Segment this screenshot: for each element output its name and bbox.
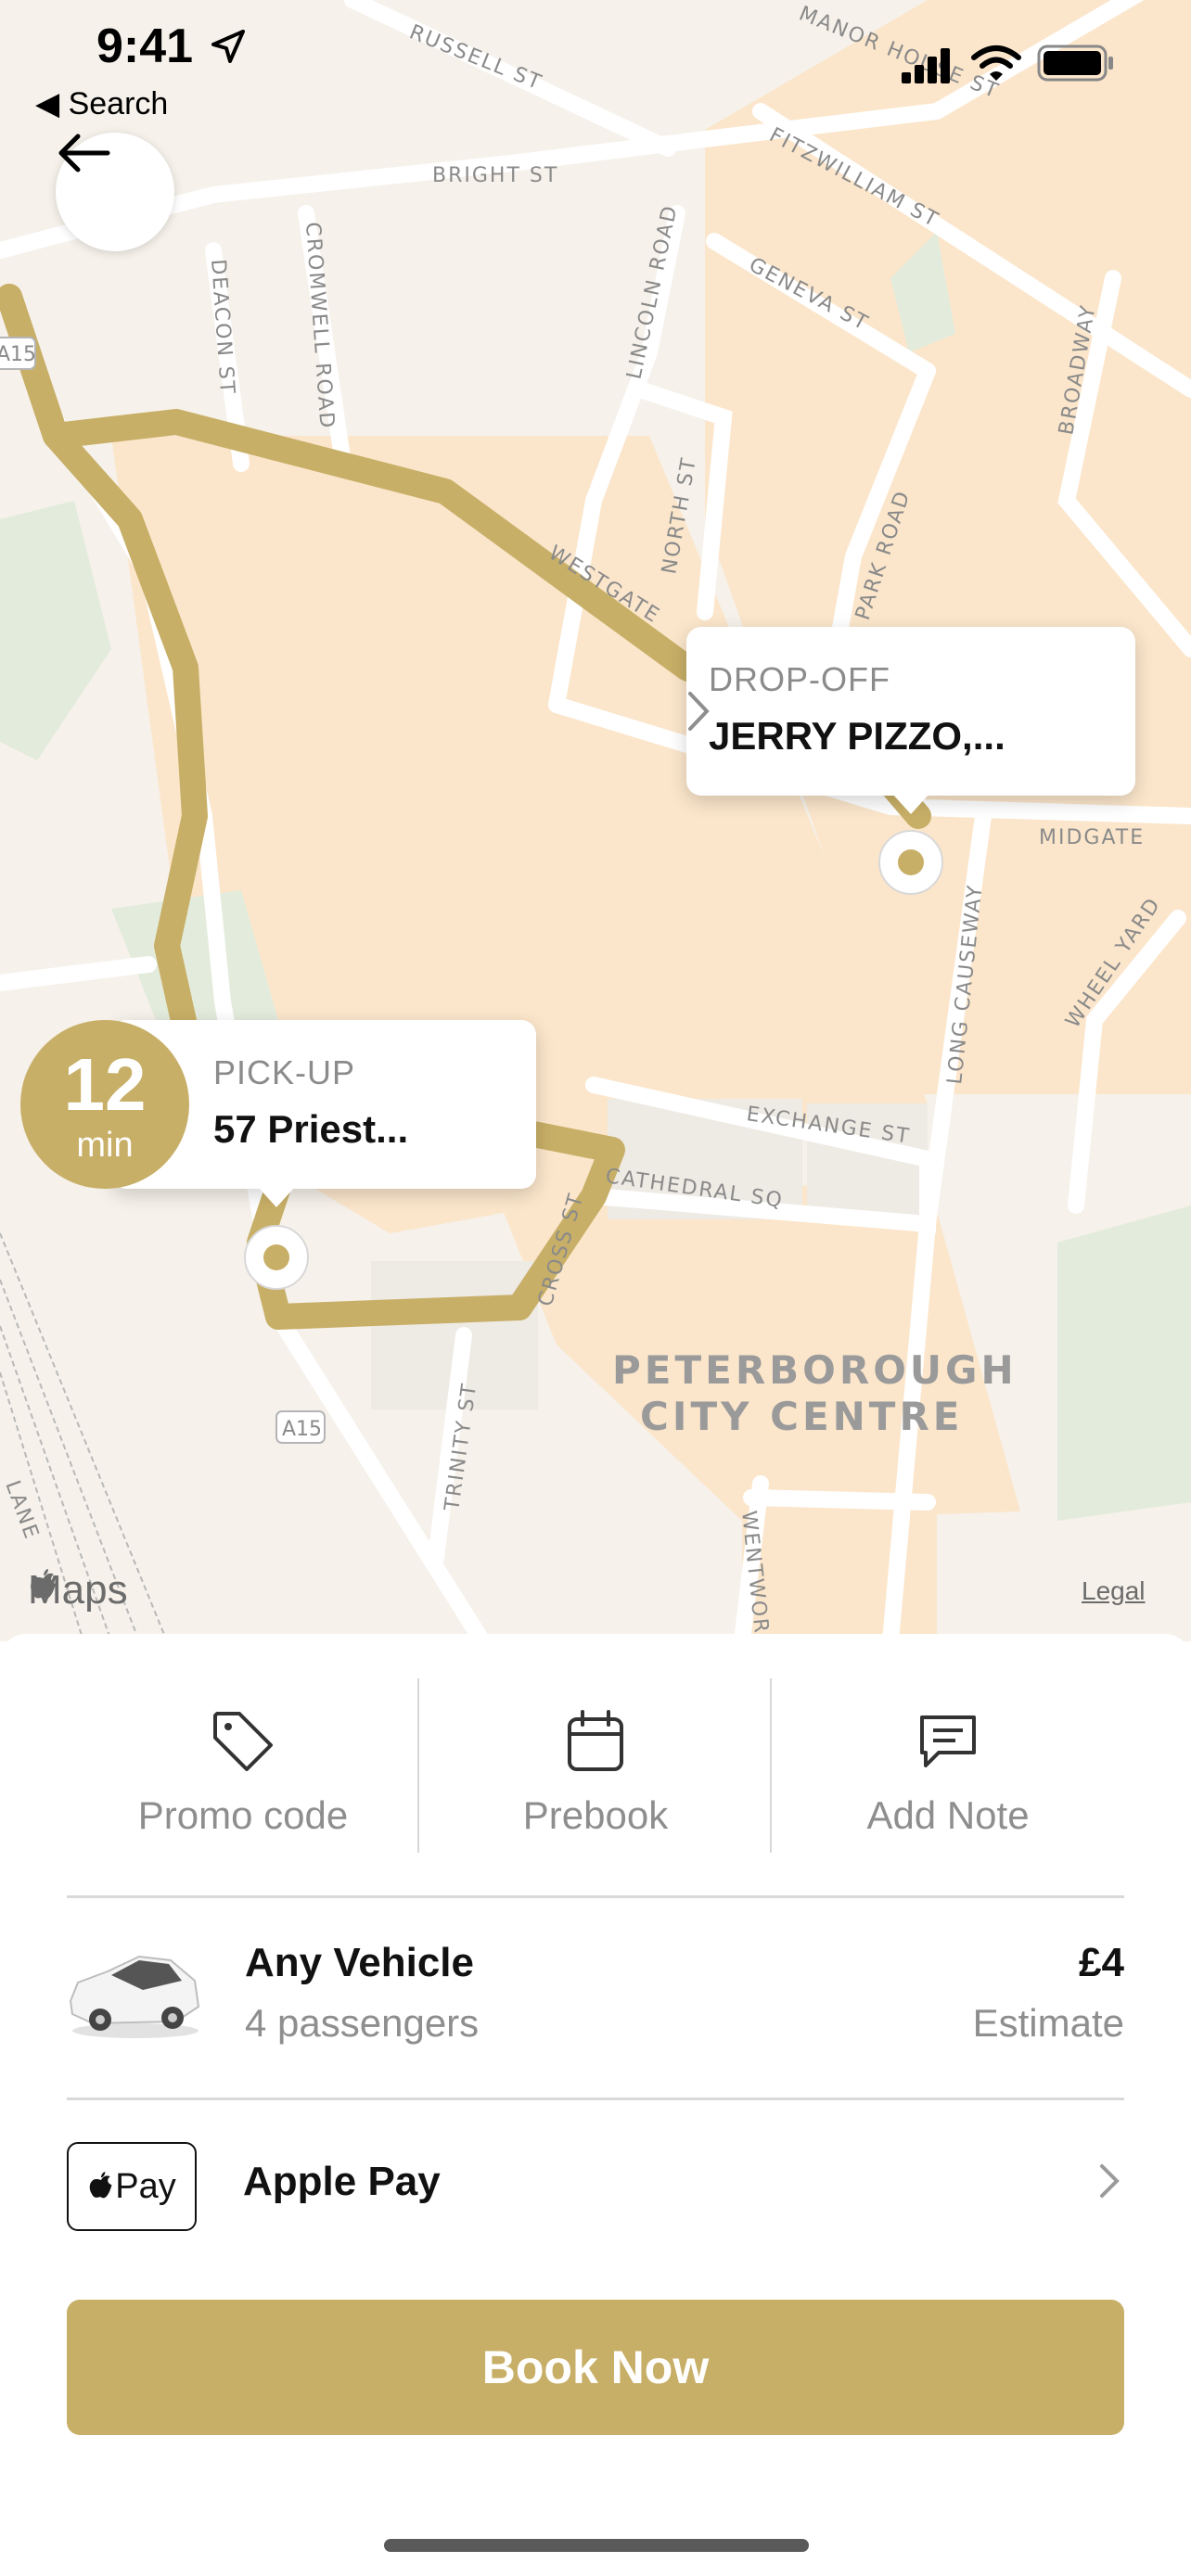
quick-actions: Promo code Prebook Add Note [67,1680,1124,1856]
dropoff-callout[interactable]: DROP-OFF JERRY PIZZO,... [686,627,1135,814]
apple-logo-icon [90,2172,112,2199]
svg-text:A15: A15 [0,343,36,366]
message-icon [920,1715,976,1767]
svg-text:CROMWELL ROAD: CROMWELL ROAD [301,222,339,431]
tag-icon [213,1712,273,1771]
map-view[interactable]: RUSSELL ST MANOR HOUSE ST BRIGHT ST FITZ… [0,0,1191,1641]
pickup-address: 57 Priest... [213,1107,409,1151]
location-arrow-icon [211,30,245,63]
vehicle-passengers: 4 passengers [245,2001,480,2045]
dropoff-address: JERRY PIZZO,... [709,714,1005,758]
dropoff-pin[interactable] [878,830,943,895]
home-indicator[interactable] [384,2539,809,2552]
divider [417,1678,419,1853]
arrow-left-icon [58,134,110,172]
car-icon [69,1955,200,2038]
vehicle-name: Any Vehicle [245,1940,475,1985]
divider [770,1678,772,1853]
back-to-app-link[interactable]: ◀ Search [35,85,168,122]
battery-icon [1037,45,1113,82]
map-canvas: RUSSELL ST MANOR HOUSE ST BRIGHT ST FITZ… [0,0,1191,1641]
add-note-button[interactable]: Add Note [772,1680,1124,1856]
chevron-right-icon [1100,2164,1120,2198]
legal-link[interactable]: Legal [1082,1576,1146,1606]
chevron-right-icon [688,692,710,731]
prebook-label: Prebook [522,1793,669,1837]
eta-value: 12 [63,1043,147,1126]
fare-price: £4 [1079,1940,1124,1985]
dropoff-label: DROP-OFF [709,660,890,698]
add-note-label: Add Note [866,1793,1030,1837]
eta-unit: min [76,1126,134,1165]
svg-text:A15: A15 [282,1418,322,1441]
svg-text:DEACON ST: DEACON ST [206,259,238,396]
promo-code-button[interactable]: Promo code [67,1680,419,1856]
payment-method-label: Apple Pay [243,2159,441,2204]
svg-text:LANE: LANE [0,1478,43,1544]
calendar-icon [568,1710,623,1771]
svg-text:CITY CENTRE: CITY CENTRE [640,1394,963,1439]
status-time: 9:41 [96,19,194,73]
callout-pointer [892,794,929,814]
back-triangle-icon: ◀ [35,86,69,121]
prebook-button[interactable]: Prebook [419,1680,772,1856]
svg-text:BRIGHT ST: BRIGHT ST [432,164,558,187]
pickup-pin[interactable] [244,1225,309,1290]
book-now-button[interactable]: Book Now [67,2300,1124,2435]
divider [67,1895,1124,1898]
booking-sheet: Promo code Prebook Add Note Any Vehicle … [0,1634,1191,2576]
promo-code-label: Promo code [137,1793,349,1837]
divider [67,2098,1124,2100]
fare-note: Estimate [972,2001,1124,2045]
apple-logo-icon [31,1569,56,1599]
status-bar: 9:41 ◀ Search [0,0,1191,130]
apple-pay-badge: Pay [67,2142,197,2231]
svg-text:PETERBOROUGH: PETERBOROUGH [612,1347,1018,1393]
cellular-signal-icon [902,48,950,83]
pickup-label: PICK-UP [213,1053,356,1091]
callout-pointer [258,1187,295,1207]
svg-text:MIDGATE: MIDGATE [1039,826,1145,849]
wifi-icon [971,45,1021,81]
back-button[interactable] [56,133,174,251]
eta-badge: 12 min [20,1020,189,1189]
maps-attribution: Maps [28,1567,128,1613]
